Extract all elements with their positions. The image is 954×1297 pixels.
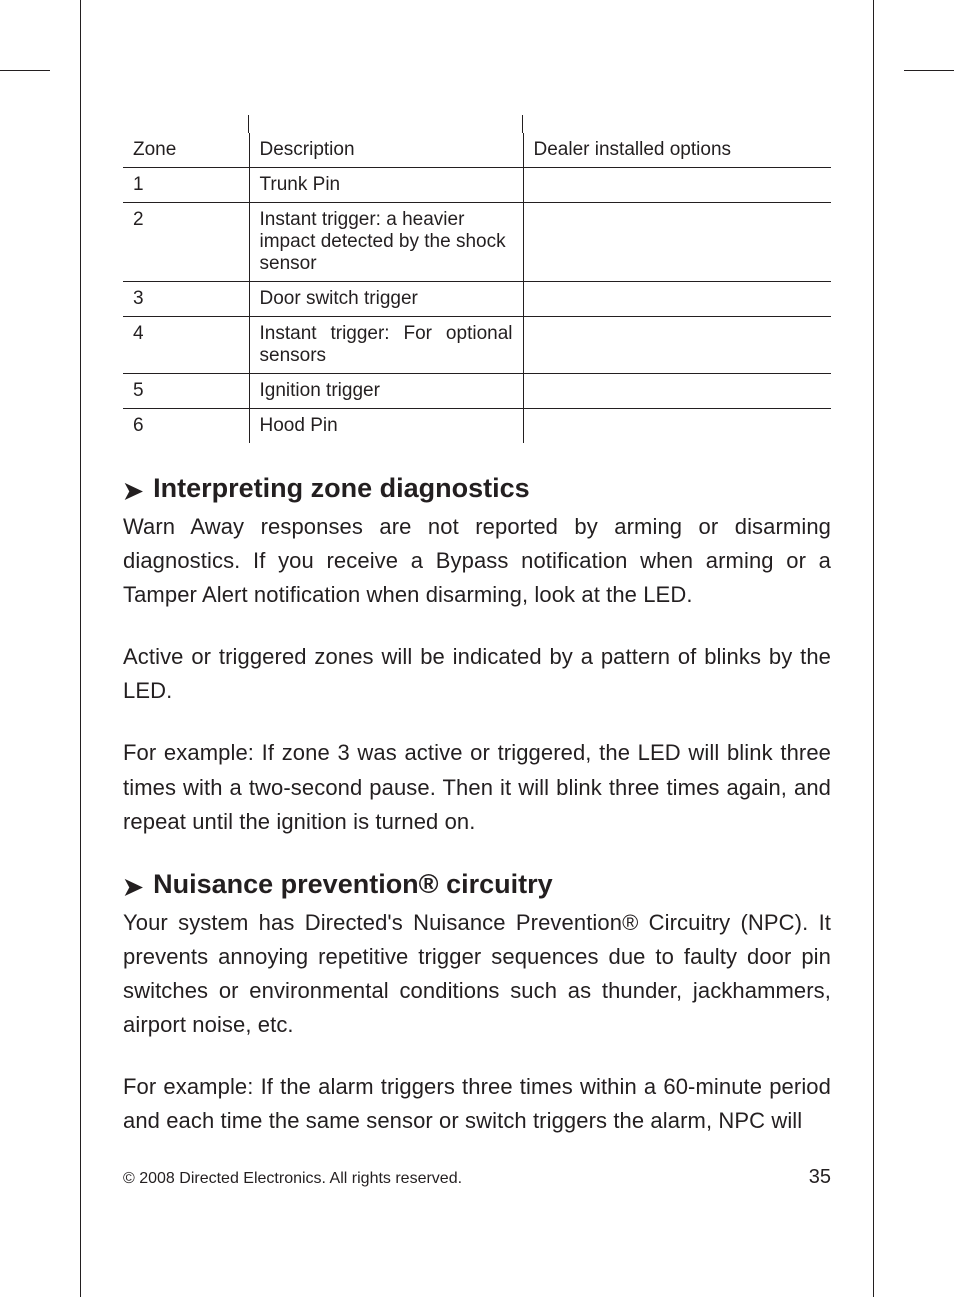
heading-nuisance: ➤ Nuisance prevention® circuitry (123, 869, 831, 900)
paragraph-example: For example: If zone 3 was active or tri… (123, 736, 831, 838)
paragraph: Warn Away responses are not reported by … (123, 510, 831, 612)
cell-zone: 3 (123, 282, 249, 317)
crop-mark (80, 0, 81, 20)
col-header-description: Description (249, 133, 523, 168)
cell-options (523, 203, 831, 282)
copyright: © 2008 Directed Electronics. All rights … (123, 1170, 462, 1188)
col-header-options: Dealer installed options (523, 133, 831, 168)
table-row: 3 Door switch trigger (123, 282, 831, 317)
table-row: 4 Instant trigger: For optional sensors (123, 317, 831, 374)
crop-mark (0, 70, 50, 71)
cell-options (523, 317, 831, 374)
cell-options (523, 409, 831, 444)
cell-zone: 4 (123, 317, 249, 374)
cell-zone: 6 (123, 409, 249, 444)
cell-options (523, 374, 831, 409)
example-lead: For example: (123, 740, 254, 765)
page-footer: © 2008 Directed Electronics. All rights … (123, 1166, 831, 1189)
page-content: Zone Description Dealer installed option… (80, 20, 874, 1277)
table-header-row: Zone Description Dealer installed option… (123, 133, 831, 168)
paragraph-example: For example: If the alarm triggers three… (123, 1070, 831, 1138)
section-interpreting: ➤ Interpreting zone diagnostics Warn Awa… (123, 473, 831, 839)
page-number: 35 (809, 1166, 831, 1189)
example-lead: For example: (123, 1074, 253, 1099)
col-header-zone: Zone (123, 133, 249, 168)
paragraph: Active or triggered zones will be indica… (123, 640, 831, 708)
section-nuisance: ➤ Nuisance prevention® circuitry Your sy… (123, 869, 831, 1139)
cell-options (523, 282, 831, 317)
table-row: 6 Hood Pin (123, 409, 831, 444)
crop-mark (873, 1277, 874, 1297)
cell-description: Instant trigger: For optional sensors (249, 317, 523, 374)
heading-text: Interpreting zone diagnostics (153, 473, 530, 504)
cell-description: Door switch trigger (249, 282, 523, 317)
zone-table: Zone Description Dealer installed option… (123, 133, 831, 443)
heading-text: Nuisance prevention® circuitry (153, 869, 553, 900)
cell-zone: 5 (123, 374, 249, 409)
cell-description: Instant trigger: a heavier impact detect… (249, 203, 523, 282)
cell-description: Trunk Pin (249, 168, 523, 203)
table-row: 2 Instant trigger: a heavier impact dete… (123, 203, 831, 282)
paragraph: Your system has Directed's Nuisance Prev… (123, 906, 831, 1042)
cell-zone: 1 (123, 168, 249, 203)
cell-zone: 2 (123, 203, 249, 282)
cell-options (523, 168, 831, 203)
table-top-rules (123, 115, 831, 133)
crop-mark (873, 0, 874, 20)
arrow-icon: ➤ (123, 480, 143, 504)
table-row: 1 Trunk Pin (123, 168, 831, 203)
heading-interpreting: ➤ Interpreting zone diagnostics (123, 473, 831, 504)
table-row: 5 Ignition trigger (123, 374, 831, 409)
arrow-icon: ➤ (123, 876, 143, 900)
cell-description: Ignition trigger (249, 374, 523, 409)
cell-description: Hood Pin (249, 409, 523, 444)
crop-mark (904, 70, 954, 71)
crop-mark (80, 1277, 81, 1297)
